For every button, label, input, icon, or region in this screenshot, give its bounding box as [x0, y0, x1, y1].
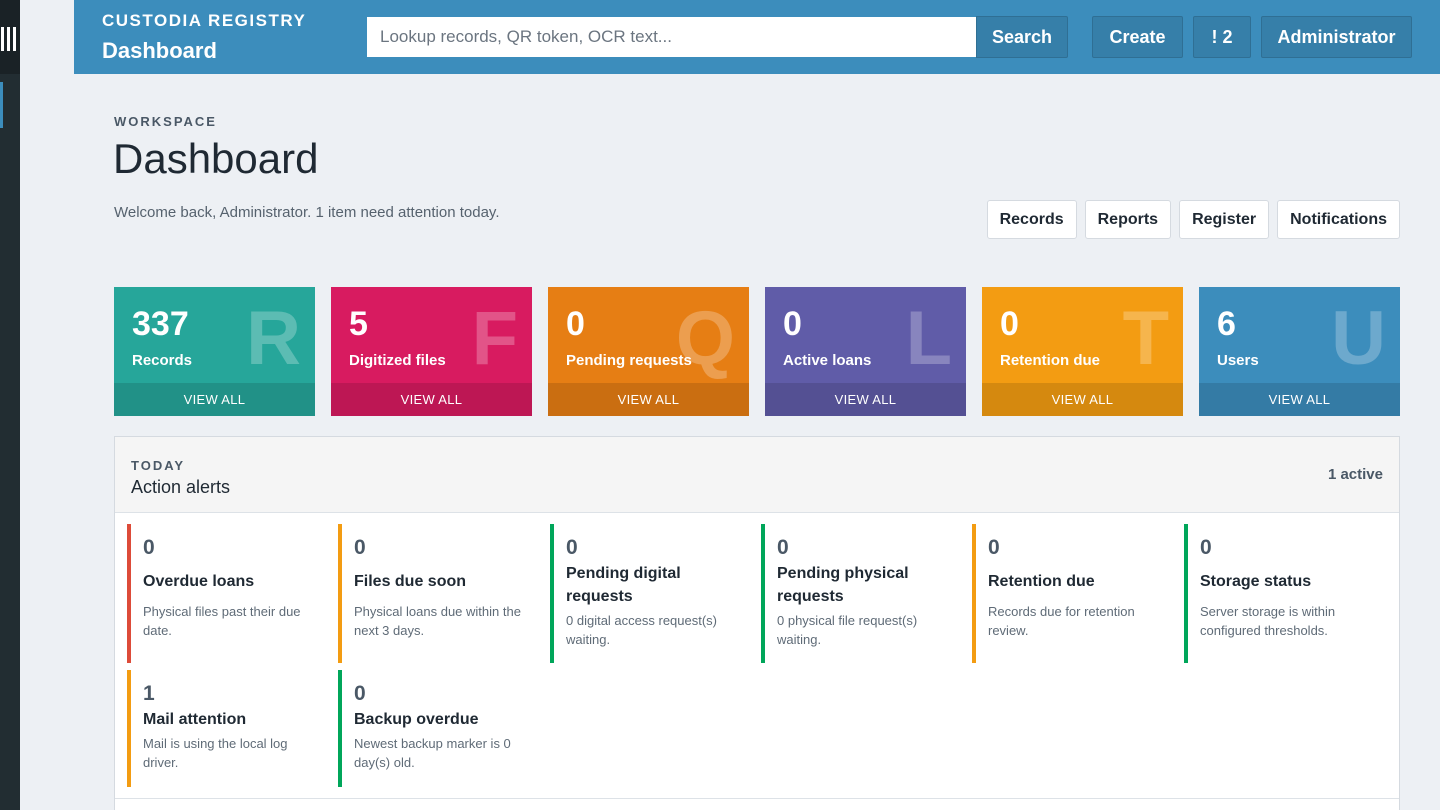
alert-pending-physical-requests[interactable]: 0 Pending physical requests 0 physical f… [761, 524, 956, 663]
alert-count: 0 [777, 536, 789, 559]
barcode-icon[interactable] [0, 0, 20, 74]
records-link-button[interactable]: Records [986, 200, 1077, 239]
tile-count: 0 [566, 305, 585, 343]
tile-count: 0 [783, 305, 802, 343]
tile-view-all-link[interactable]: VIEW ALL [114, 383, 315, 416]
alert-description: 0 physical file request(s) waiting. [777, 613, 918, 647]
tile-label: Active loans [783, 352, 872, 369]
alert-title: Pending digital requests [566, 565, 681, 605]
alert-count: 0 [143, 536, 155, 559]
active-count-badge: 1 active [1327, 466, 1383, 483]
brand-name: CUSTODIA REGISTRY [102, 11, 307, 30]
welcome-text: Welcome back, Administrator. 1 item need… [114, 204, 500, 221]
tile-letter-icon: U [1331, 296, 1386, 381]
alert-backup-overdue[interactable]: 0 Backup overdue Newest backup marker is… [338, 670, 533, 787]
header-page-title: Dashboard [102, 38, 217, 63]
top-header: CUSTODIA REGISTRY Dashboard Search Creat… [74, 0, 1440, 74]
quick-links: Records Reports Register Notifications [986, 200, 1400, 239]
tile-letter-icon: F [471, 296, 518, 381]
alert-count: 0 [354, 536, 366, 559]
stat-tile-retention-due: 0 Retention due T VIEW ALL [982, 287, 1183, 416]
alert-count: 0 [1200, 536, 1212, 559]
alert-pending-digital-requests[interactable]: 0 Pending digital requests 0 digital acc… [550, 524, 745, 663]
page-title: Dashboard [113, 135, 319, 182]
tile-letter-icon: T [1122, 296, 1169, 381]
notifications-link-button[interactable]: Notifications [1277, 200, 1400, 239]
create-button[interactable]: Create [1092, 16, 1183, 58]
tile-label: Retention due [1000, 352, 1100, 369]
stat-tile-active-loans: 0 Active loans L VIEW ALL [765, 287, 966, 416]
tile-letter-icon: Q [675, 296, 735, 381]
tile-label: Records [132, 352, 193, 369]
stat-tile-records: 337 Records R VIEW ALL [114, 287, 315, 416]
panel-eyebrow: TODAY [131, 458, 186, 473]
alert-title: Storage status [1200, 573, 1312, 590]
panel-divider [115, 798, 1399, 799]
panel-title: Action alerts [131, 477, 231, 497]
tile-count: 5 [349, 305, 368, 343]
stat-tile-users: 6 Users U VIEW ALL [1199, 287, 1400, 416]
alert-description: Records due for retention review. [988, 604, 1135, 638]
alert-files-due-soon[interactable]: 0 Files due soon Physical loans due with… [338, 524, 533, 663]
alert-description: Server storage is within configured thre… [1200, 604, 1336, 638]
search-button[interactable]: Search [976, 16, 1068, 58]
tile-label: Pending requests [566, 352, 692, 369]
alert-description: Newest backup marker is 0 day(s) old. [354, 736, 511, 770]
tile-letter-icon: L [905, 296, 952, 381]
sidebar-active-indicator [0, 82, 3, 128]
alert-retention-due[interactable]: 0 Retention due Records due for retentio… [972, 524, 1167, 663]
tile-label: Digitized files [349, 352, 446, 369]
tile-count: 6 [1217, 305, 1236, 343]
alert-count: 0 [988, 536, 1000, 559]
alert-title: Overdue loans [143, 573, 255, 590]
alert-title: Pending physical requests [777, 565, 909, 605]
tile-count: 337 [132, 305, 189, 343]
search-input[interactable] [367, 17, 977, 57]
page-eyebrow: WORKSPACE [114, 114, 217, 129]
stat-tile-digitized-files: 5 Digitized files F VIEW ALL [331, 287, 532, 416]
alert-storage-status[interactable]: 0 Storage status Server storage is withi… [1184, 524, 1379, 663]
alert-overdue-loans[interactable]: 0 Overdue loans Physical files past thei… [127, 524, 322, 663]
tile-view-all-link[interactable]: VIEW ALL [1199, 383, 1400, 416]
alert-description: Physical files past their due date. [143, 604, 301, 638]
alert-title: Mail attention [143, 711, 247, 728]
alert-count: 1 [143, 682, 155, 705]
alert-title: Files due soon [354, 573, 467, 590]
alert-description: Physical loans due within the next 3 day… [354, 604, 521, 638]
alert-description: Mail is using the local log driver. [143, 736, 288, 770]
alert-count: 0 [566, 536, 578, 559]
alert-count: 0 [354, 682, 366, 705]
action-alerts-panel: TODAY Action alerts 1 active 0 Overdue l… [114, 436, 1400, 810]
tile-view-all-link[interactable]: VIEW ALL [982, 383, 1183, 416]
tile-label: Users [1217, 352, 1259, 369]
alert-description: 0 digital access request(s) waiting. [566, 613, 718, 647]
alert-mail-attention[interactable]: 1 Mail attention Mail is using the local… [127, 670, 322, 787]
alert-title: Retention due [988, 573, 1095, 590]
alerts-button[interactable]: ! 2 [1193, 16, 1251, 58]
stat-tile-pending-requests: 0 Pending requests Q VIEW ALL [548, 287, 749, 416]
tile-letter-icon: R [246, 296, 301, 381]
reports-link-button[interactable]: Reports [1084, 200, 1172, 239]
alert-title: Backup overdue [354, 711, 479, 728]
tile-count: 0 [1000, 305, 1019, 343]
register-link-button[interactable]: Register [1179, 200, 1270, 239]
tile-view-all-link[interactable]: VIEW ALL [548, 383, 749, 416]
user-menu-button[interactable]: Administrator [1261, 16, 1412, 58]
tile-view-all-link[interactable]: VIEW ALL [331, 383, 532, 416]
panel-header: TODAY Action alerts 1 active [115, 437, 1399, 513]
tile-view-all-link[interactable]: VIEW ALL [765, 383, 966, 416]
sidebar [0, 0, 20, 810]
